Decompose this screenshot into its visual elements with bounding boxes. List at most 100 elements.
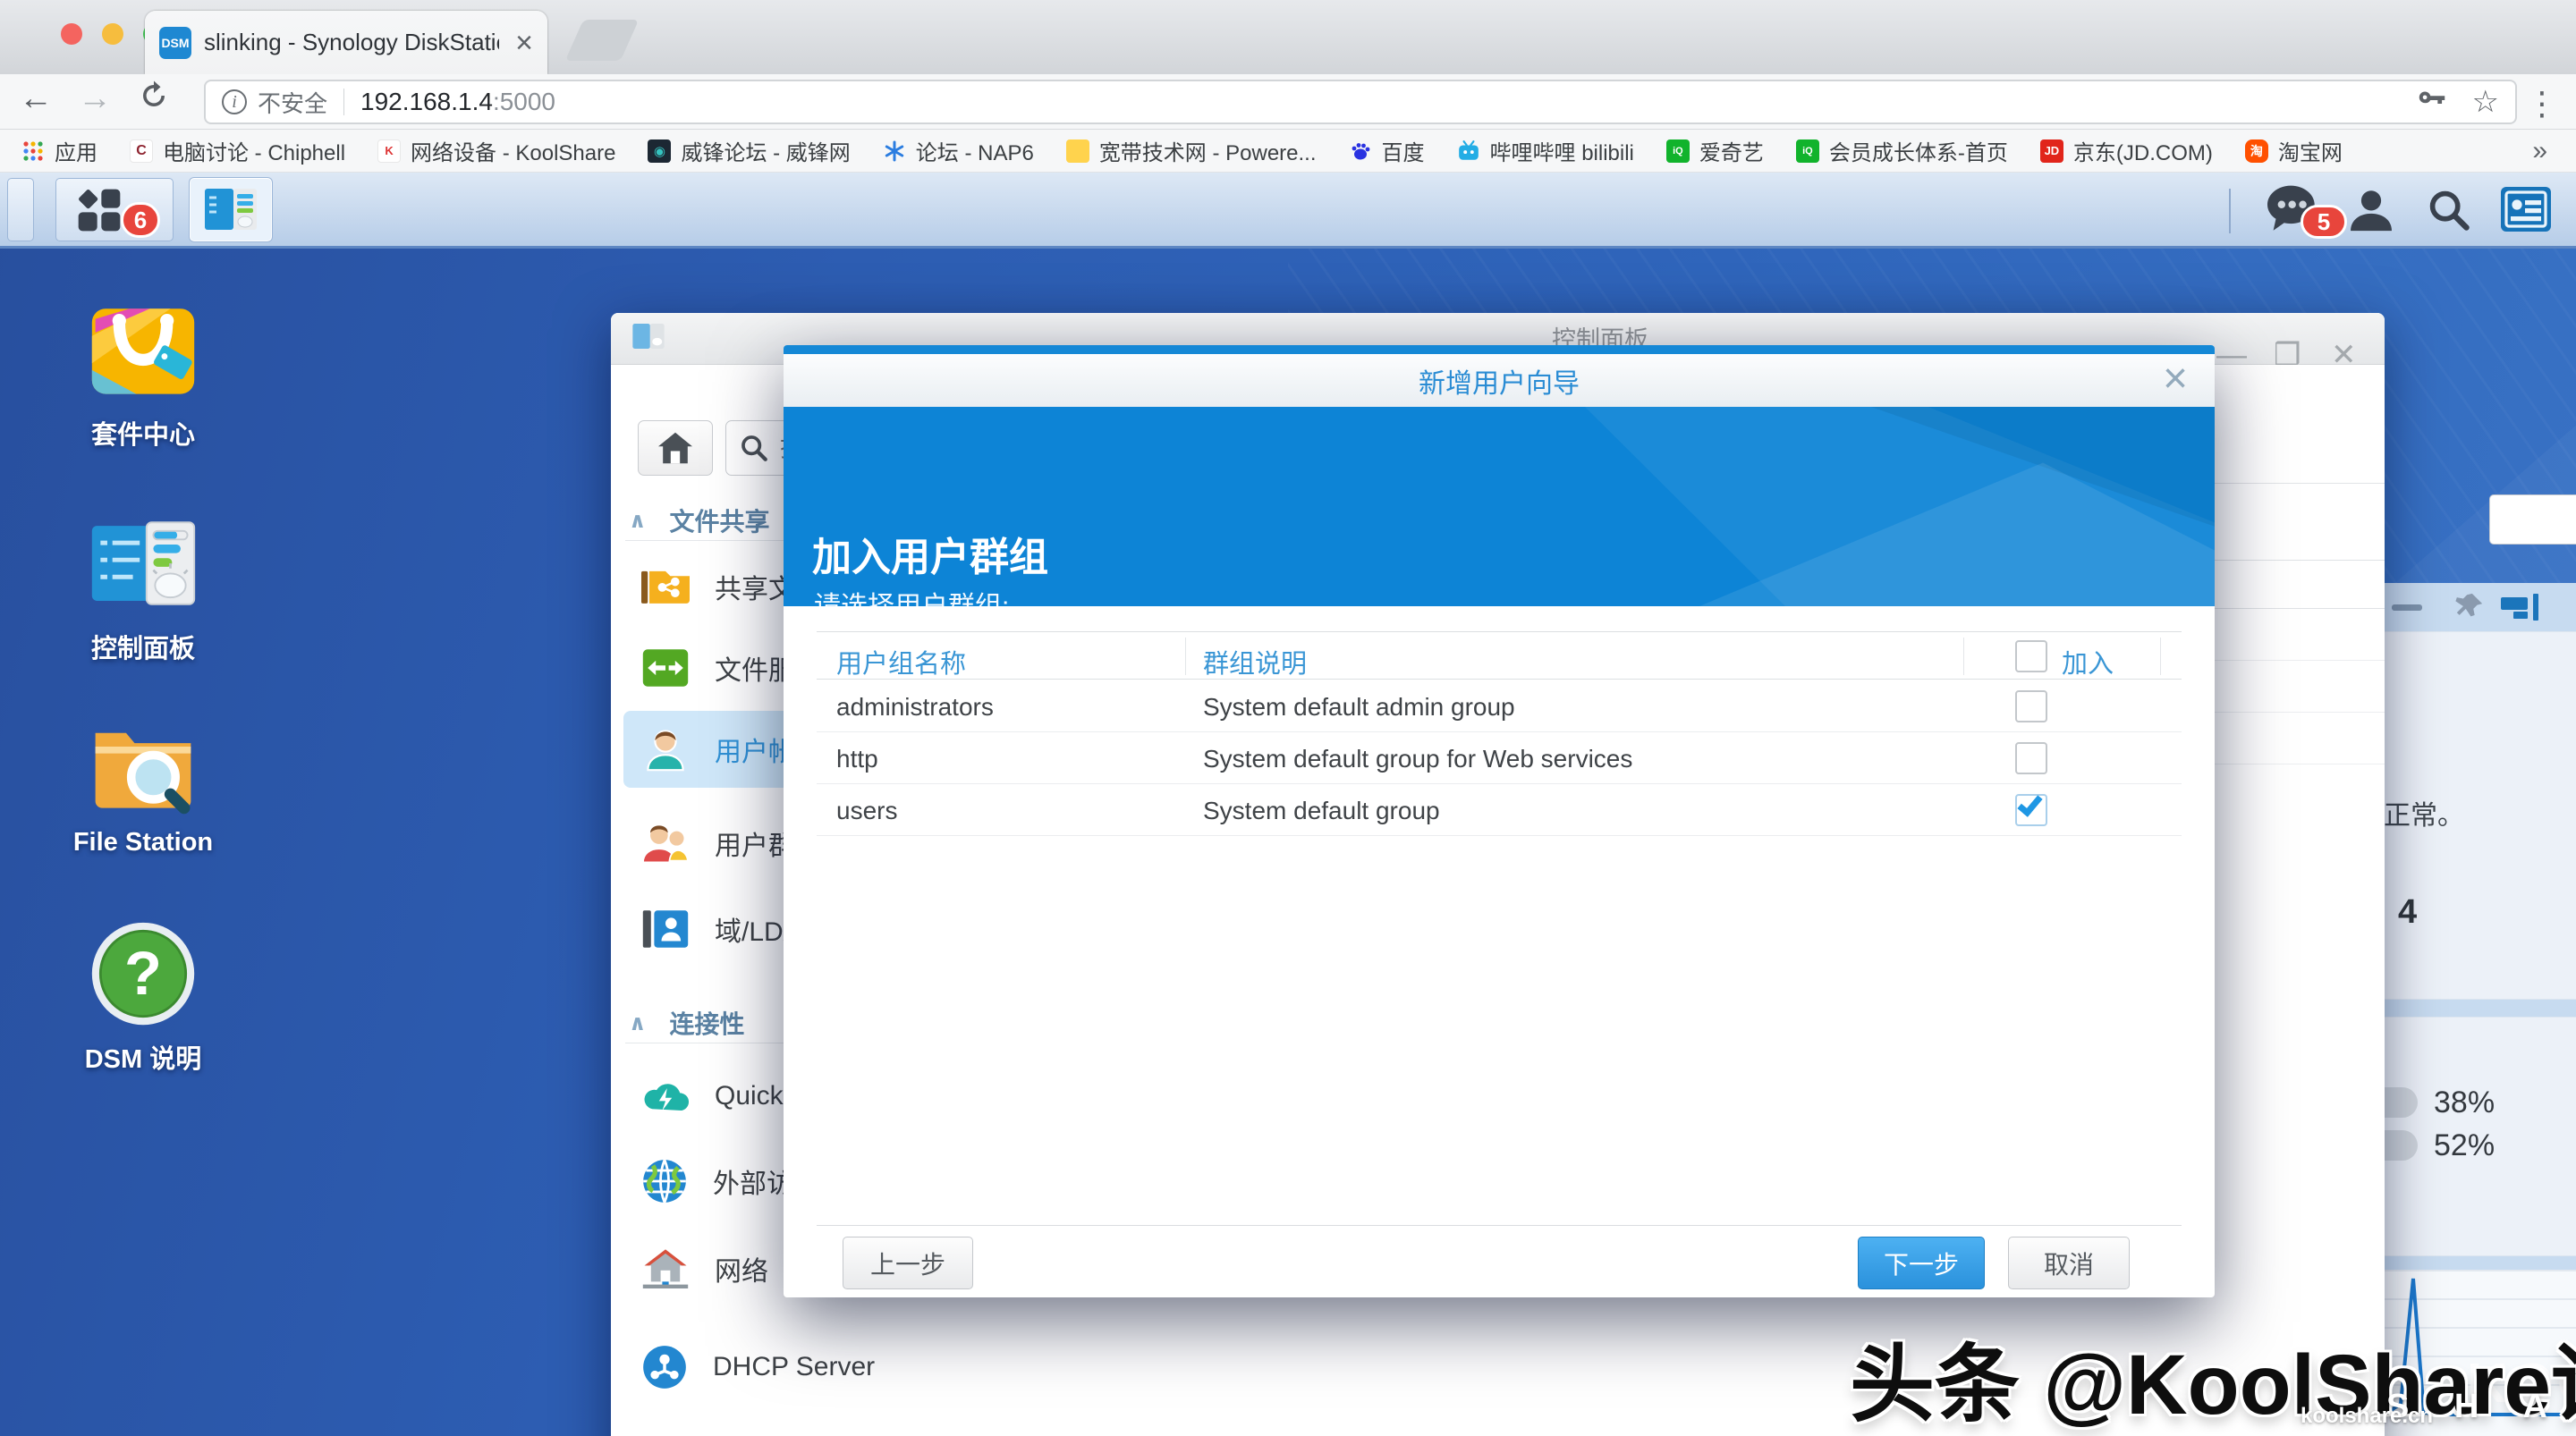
group-table-header: 用户组名称 群组说明 加入 xyxy=(817,631,2182,680)
search-icon[interactable] xyxy=(2426,187,2472,238)
notifications-badge: 5 xyxy=(2301,205,2347,239)
cancel-button[interactable]: 取消 xyxy=(2008,1237,2130,1289)
address-bar[interactable]: i 不安全 192.168.1.4 :5000 ☆ xyxy=(204,80,2517,124)
new-tab-button[interactable] xyxy=(565,20,639,61)
search-icon xyxy=(739,433,769,463)
desktop-icon-package-center[interactable]: 套件中心 xyxy=(70,295,216,452)
dialog-titlebar[interactable]: 新增用户向导 × xyxy=(784,354,2215,407)
user-menu-icon[interactable] xyxy=(2345,183,2397,240)
group-name: administrators xyxy=(836,693,994,722)
check-icon xyxy=(2017,790,2042,817)
content-search-box[interactable] xyxy=(2489,494,2576,545)
join-checkbox[interactable] xyxy=(2015,690,2047,722)
desktop-icon-label: DSM 说明 xyxy=(70,1038,216,1076)
security-label[interactable]: 不安全 xyxy=(258,86,327,119)
ram-percent: 52% xyxy=(2434,1128,2495,1163)
widget-minimize-icon[interactable] xyxy=(2392,604,2422,611)
bookmarks-overflow-icon[interactable]: » xyxy=(2532,136,2555,166)
widget-layout-icon[interactable] xyxy=(2501,594,2546,625)
taskbar-control-panel-button[interactable] xyxy=(190,178,272,241)
column-header-name[interactable]: 用户组名称 xyxy=(836,643,966,680)
join-checkbox[interactable] xyxy=(2015,742,2047,774)
info-icon[interactable]: i xyxy=(222,89,247,114)
section-file-sharing[interactable]: ∧ 文件共享 xyxy=(629,503,770,538)
iqiyi-icon: iQ xyxy=(1666,139,1690,163)
desktop-icon-file-station[interactable]: File Station xyxy=(70,709,216,857)
bilibili-tv-icon xyxy=(1457,139,1480,163)
domain-ldap-icon xyxy=(641,908,690,950)
bookmark-weifeng[interactable]: ◉ 威锋论坛 - 威锋网 xyxy=(648,135,850,166)
show-desktop-button[interactable] xyxy=(7,178,34,241)
column-header-description[interactable]: 群组说明 xyxy=(1203,643,1307,680)
globe-icon xyxy=(641,1158,688,1204)
bookmark-star-icon[interactable]: ☆ xyxy=(2472,84,2499,120)
bookmark-jd[interactable]: JD 京东(JD.COM) xyxy=(2040,135,2213,166)
divider xyxy=(2160,638,2161,675)
add-user-wizard-dialog: 新增用户向导 × 加入用户群组 请选择用户群组: 用户组名称 群组说明 加入 xyxy=(784,345,2215,1297)
reload-icon[interactable] xyxy=(132,80,175,121)
bookmark-bilibili[interactable]: 哔哩哔哩 bilibili xyxy=(1457,135,1634,166)
close-tab-icon[interactable]: × xyxy=(515,28,533,58)
dialog-subheading: 请选择用户群组: xyxy=(814,584,1009,606)
back-icon[interactable]: ← xyxy=(14,80,57,118)
minimize-window-icon[interactable] xyxy=(102,23,123,45)
user-icon xyxy=(641,727,690,772)
bookmark-broadband[interactable]: 宽带技术网 - Powere... xyxy=(1066,135,1317,166)
select-all-checkbox[interactable] xyxy=(2015,640,2047,672)
widget-panel-header xyxy=(2361,583,2576,629)
quickconnect-icon xyxy=(641,1077,690,1116)
tab-title: slinking - Synology DiskStation xyxy=(204,29,499,56)
group-description: System default admin group xyxy=(1203,693,1515,722)
desktop-icon-label: File Station xyxy=(70,828,216,857)
dhcp-server-icon xyxy=(641,1344,688,1390)
bookmark-baidu[interactable]: 百度 xyxy=(1349,135,1425,166)
divider xyxy=(343,89,344,115)
join-checkbox-checked[interactable] xyxy=(2015,794,2047,826)
bookmark-iqiyi[interactable]: iQ 爱奇艺 xyxy=(1666,135,1764,166)
health-status-text: 正常。 xyxy=(2384,793,2464,832)
chiphell-icon: C xyxy=(130,139,153,163)
dialog-close-icon[interactable]: × xyxy=(2163,358,2188,401)
package-center-icon xyxy=(89,295,198,404)
dsm-taskbar: 6 5 xyxy=(0,173,2576,249)
forward-icon[interactable]: → xyxy=(73,80,116,118)
pin-icon[interactable] xyxy=(2454,590,2485,622)
desktop-icon-dsm-help[interactable]: ? DSM 说明 xyxy=(70,919,216,1076)
group-name: http xyxy=(836,745,878,773)
desktop-icon-control-panel[interactable]: 控制面板 xyxy=(70,509,216,665)
dialog-top-stripe xyxy=(784,345,2215,354)
chevron-up-icon: ∧ xyxy=(629,508,647,534)
table-row-http[interactable]: http System default group for Web servic… xyxy=(817,732,2182,784)
bookmark-nap6[interactable]: 论坛 - NAP6 xyxy=(883,135,1034,166)
browser-tab-active[interactable]: DSM slinking - Synology DiskStation × xyxy=(145,11,547,74)
group-description: System default group for Web services xyxy=(1203,745,1632,773)
url-host[interactable]: 192.168.1.4 xyxy=(360,88,493,116)
widgets-toggle-icon[interactable] xyxy=(2501,187,2551,236)
bookmarks-bar: 应用 C 电脑讨论 - Chiphell K 网络设备 - KoolShare … xyxy=(0,130,2576,173)
sidebar-item-dhcp-server[interactable]: DHCP Server xyxy=(623,1329,1012,1406)
dialog-heading: 加入用户群组 xyxy=(812,525,1048,582)
key-icon[interactable] xyxy=(2415,83,2449,122)
group-name: users xyxy=(836,797,897,825)
next-button[interactable]: 下一步 xyxy=(1858,1237,1985,1289)
bookmark-koolshare[interactable]: K 网络设备 - KoolShare xyxy=(377,135,615,166)
bookmark-chiphell[interactable]: C 电脑讨论 - Chiphell xyxy=(130,135,345,166)
main-menu-button[interactable]: 6 xyxy=(55,178,174,241)
table-row-administrators[interactable]: administrators System default admin grou… xyxy=(817,680,2182,732)
url-port[interactable]: :5000 xyxy=(493,88,555,116)
iqiyi-icon: iQ xyxy=(1796,139,1819,163)
close-window-icon[interactable] xyxy=(61,23,82,45)
back-button[interactable]: 上一步 xyxy=(843,1237,973,1289)
bookmark-apps[interactable]: 应用 xyxy=(21,135,97,166)
home-button[interactable] xyxy=(638,420,713,476)
table-row-users[interactable]: users System default group xyxy=(817,784,2182,836)
divider xyxy=(1963,638,1964,675)
bookmark-taobao[interactable]: 淘 淘宝网 xyxy=(2245,135,2343,166)
resource-monitor-widget[interactable]: 38% 52% xyxy=(2370,1017,2576,1256)
bookmark-iqiyi-vip[interactable]: iQ 会员成长体系-首页 xyxy=(1796,135,2008,166)
home-icon xyxy=(657,431,694,465)
section-connectivity[interactable]: ∧ 连接性 xyxy=(629,1005,745,1041)
column-header-join[interactable]: 加入 xyxy=(2062,643,2114,680)
browser-menu-icon[interactable]: ⋮ xyxy=(2526,85,2558,122)
widget-panel: 正常。 4 38% 52% xyxy=(2361,583,2576,1436)
